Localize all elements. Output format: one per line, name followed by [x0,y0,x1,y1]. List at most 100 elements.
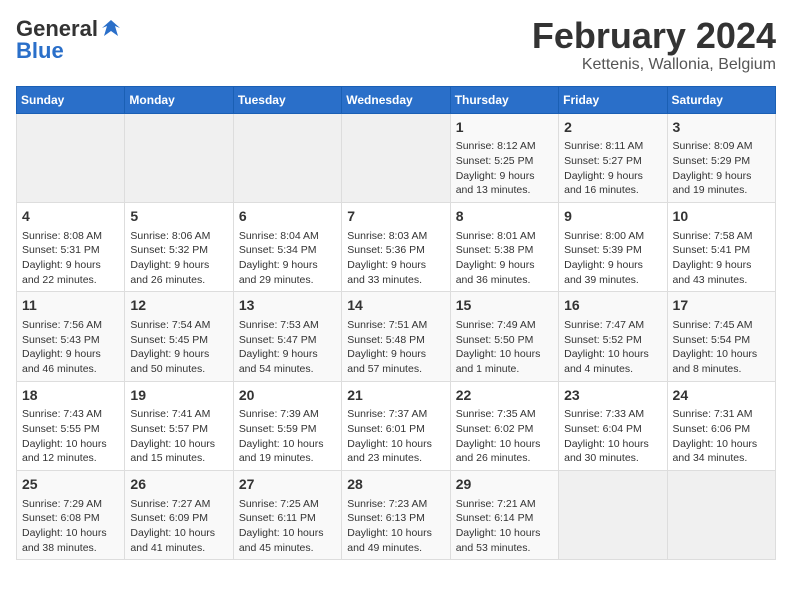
day-info: Sunrise: 7:56 AM Sunset: 5:43 PM Dayligh… [22,318,119,377]
calendar-week-3: 11Sunrise: 7:56 AM Sunset: 5:43 PM Dayli… [17,292,776,381]
page-subtitle: Kettenis, Wallonia, Belgium [532,56,776,74]
day-info: Sunrise: 8:09 AM Sunset: 5:29 PM Dayligh… [673,139,770,198]
day-number: 19 [130,386,227,406]
day-info: Sunrise: 7:43 AM Sunset: 5:55 PM Dayligh… [22,407,119,466]
day-number: 16 [564,296,661,316]
calendar-cell: 10Sunrise: 7:58 AM Sunset: 5:41 PM Dayli… [667,202,775,291]
day-info: Sunrise: 8:01 AM Sunset: 5:38 PM Dayligh… [456,229,553,288]
logo: General Blue [16,16,122,64]
day-info: Sunrise: 7:27 AM Sunset: 6:09 PM Dayligh… [130,497,227,556]
day-info: Sunrise: 8:08 AM Sunset: 5:31 PM Dayligh… [22,229,119,288]
calendar-cell: 22Sunrise: 7:35 AM Sunset: 6:02 PM Dayli… [450,381,558,470]
day-info: Sunrise: 8:04 AM Sunset: 5:34 PM Dayligh… [239,229,336,288]
day-number: 18 [22,386,119,406]
day-info: Sunrise: 7:31 AM Sunset: 6:06 PM Dayligh… [673,407,770,466]
day-number: 10 [673,207,770,227]
day-number: 2 [564,118,661,138]
day-number: 26 [130,475,227,495]
calendar-week-4: 18Sunrise: 7:43 AM Sunset: 5:55 PM Dayli… [17,381,776,470]
day-info: Sunrise: 8:06 AM Sunset: 5:32 PM Dayligh… [130,229,227,288]
day-info: Sunrise: 7:35 AM Sunset: 6:02 PM Dayligh… [456,407,553,466]
calendar-cell: 13Sunrise: 7:53 AM Sunset: 5:47 PM Dayli… [233,292,341,381]
day-info: Sunrise: 7:51 AM Sunset: 5:48 PM Dayligh… [347,318,444,377]
day-info: Sunrise: 7:39 AM Sunset: 5:59 PM Dayligh… [239,407,336,466]
calendar-cell: 23Sunrise: 7:33 AM Sunset: 6:04 PM Dayli… [559,381,667,470]
calendar-cell: 4Sunrise: 8:08 AM Sunset: 5:31 PM Daylig… [17,202,125,291]
calendar-cell: 24Sunrise: 7:31 AM Sunset: 6:06 PM Dayli… [667,381,775,470]
calendar-cell: 20Sunrise: 7:39 AM Sunset: 5:59 PM Dayli… [233,381,341,470]
col-thursday: Thursday [450,86,558,113]
day-info: Sunrise: 7:29 AM Sunset: 6:08 PM Dayligh… [22,497,119,556]
day-info: Sunrise: 7:33 AM Sunset: 6:04 PM Dayligh… [564,407,661,466]
calendar-cell: 16Sunrise: 7:47 AM Sunset: 5:52 PM Dayli… [559,292,667,381]
day-info: Sunrise: 7:54 AM Sunset: 5:45 PM Dayligh… [130,318,227,377]
calendar-cell: 17Sunrise: 7:45 AM Sunset: 5:54 PM Dayli… [667,292,775,381]
day-number: 12 [130,296,227,316]
col-wednesday: Wednesday [342,86,450,113]
calendar-cell: 15Sunrise: 7:49 AM Sunset: 5:50 PM Dayli… [450,292,558,381]
calendar-table: Sunday Monday Tuesday Wednesday Thursday… [16,86,776,561]
logo-blue-text: Blue [16,38,64,64]
calendar-cell: 27Sunrise: 7:25 AM Sunset: 6:11 PM Dayli… [233,470,341,559]
calendar-cell [233,113,341,202]
calendar-cell: 26Sunrise: 7:27 AM Sunset: 6:09 PM Dayli… [125,470,233,559]
calendar-cell: 25Sunrise: 7:29 AM Sunset: 6:08 PM Dayli… [17,470,125,559]
calendar-cell: 21Sunrise: 7:37 AM Sunset: 6:01 PM Dayli… [342,381,450,470]
col-saturday: Saturday [667,86,775,113]
day-number: 28 [347,475,444,495]
day-info: Sunrise: 7:45 AM Sunset: 5:54 PM Dayligh… [673,318,770,377]
calendar-cell [125,113,233,202]
day-info: Sunrise: 7:58 AM Sunset: 5:41 PM Dayligh… [673,229,770,288]
day-number: 11 [22,296,119,316]
day-number: 20 [239,386,336,406]
calendar-cell: 3Sunrise: 8:09 AM Sunset: 5:29 PM Daylig… [667,113,775,202]
page-title: February 2024 [532,16,776,56]
header-row: Sunday Monday Tuesday Wednesday Thursday… [17,86,776,113]
calendar-cell: 9Sunrise: 8:00 AM Sunset: 5:39 PM Daylig… [559,202,667,291]
day-info: Sunrise: 7:21 AM Sunset: 6:14 PM Dayligh… [456,497,553,556]
calendar-cell [559,470,667,559]
day-number: 4 [22,207,119,227]
day-info: Sunrise: 7:49 AM Sunset: 5:50 PM Dayligh… [456,318,553,377]
calendar-cell: 12Sunrise: 7:54 AM Sunset: 5:45 PM Dayli… [125,292,233,381]
calendar-cell: 2Sunrise: 8:11 AM Sunset: 5:27 PM Daylig… [559,113,667,202]
calendar-body: 1Sunrise: 8:12 AM Sunset: 5:25 PM Daylig… [17,113,776,560]
day-info: Sunrise: 7:41 AM Sunset: 5:57 PM Dayligh… [130,407,227,466]
day-info: Sunrise: 8:11 AM Sunset: 5:27 PM Dayligh… [564,139,661,198]
day-number: 22 [456,386,553,406]
col-tuesday: Tuesday [233,86,341,113]
day-number: 3 [673,118,770,138]
calendar-cell: 6Sunrise: 8:04 AM Sunset: 5:34 PM Daylig… [233,202,341,291]
calendar-header: Sunday Monday Tuesday Wednesday Thursday… [17,86,776,113]
day-number: 24 [673,386,770,406]
calendar-cell: 8Sunrise: 8:01 AM Sunset: 5:38 PM Daylig… [450,202,558,291]
day-number: 9 [564,207,661,227]
day-number: 8 [456,207,553,227]
day-info: Sunrise: 7:37 AM Sunset: 6:01 PM Dayligh… [347,407,444,466]
calendar-cell: 18Sunrise: 7:43 AM Sunset: 5:55 PM Dayli… [17,381,125,470]
day-number: 23 [564,386,661,406]
header: General Blue February 2024 Kettenis, Wal… [16,16,776,74]
day-number: 1 [456,118,553,138]
day-number: 25 [22,475,119,495]
calendar-week-2: 4Sunrise: 8:08 AM Sunset: 5:31 PM Daylig… [17,202,776,291]
day-info: Sunrise: 8:00 AM Sunset: 5:39 PM Dayligh… [564,229,661,288]
col-sunday: Sunday [17,86,125,113]
calendar-cell: 29Sunrise: 7:21 AM Sunset: 6:14 PM Dayli… [450,470,558,559]
day-number: 14 [347,296,444,316]
day-number: 5 [130,207,227,227]
calendar-cell: 28Sunrise: 7:23 AM Sunset: 6:13 PM Dayli… [342,470,450,559]
day-number: 27 [239,475,336,495]
day-info: Sunrise: 7:47 AM Sunset: 5:52 PM Dayligh… [564,318,661,377]
day-number: 21 [347,386,444,406]
day-number: 29 [456,475,553,495]
calendar-cell: 5Sunrise: 8:06 AM Sunset: 5:32 PM Daylig… [125,202,233,291]
day-info: Sunrise: 7:25 AM Sunset: 6:11 PM Dayligh… [239,497,336,556]
calendar-cell [667,470,775,559]
calendar-cell [17,113,125,202]
day-info: Sunrise: 7:53 AM Sunset: 5:47 PM Dayligh… [239,318,336,377]
calendar-week-5: 25Sunrise: 7:29 AM Sunset: 6:08 PM Dayli… [17,470,776,559]
calendar-cell: 1Sunrise: 8:12 AM Sunset: 5:25 PM Daylig… [450,113,558,202]
calendar-week-1: 1Sunrise: 8:12 AM Sunset: 5:25 PM Daylig… [17,113,776,202]
logo-bird-icon [100,18,122,40]
